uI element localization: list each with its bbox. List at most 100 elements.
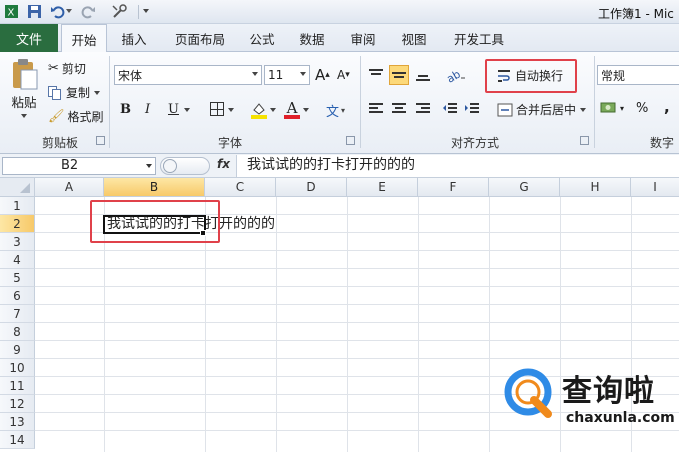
gridline — [35, 358, 679, 359]
font-color-button[interactable]: A — [284, 99, 300, 119]
wrap-text-button[interactable]: 自动换行 — [497, 67, 563, 84]
name-box-dropdown-icon[interactable] — [146, 164, 152, 168]
align-middle-icon[interactable] — [389, 65, 409, 85]
row-header-13[interactable]: 13 — [0, 413, 35, 431]
currency-button[interactable]: ▾ — [600, 101, 624, 115]
copy-button[interactable]: 复制 — [48, 84, 101, 101]
insert-function-icon[interactable]: fx — [217, 157, 230, 171]
grow-font-button[interactable]: A ▴ — [315, 66, 330, 84]
select-all-corner[interactable] — [0, 178, 35, 197]
shrink-font-button[interactable]: A ▾ — [337, 68, 350, 82]
tab-page-layout[interactable]: 页面布局 — [164, 24, 236, 52]
column-header-g[interactable]: G — [489, 178, 560, 197]
group-separator — [109, 56, 110, 148]
save-icon[interactable] — [26, 3, 43, 20]
tab-insert[interactable]: 插入 — [112, 24, 156, 52]
merge-center-label: 合并后居中 — [516, 103, 577, 117]
row-header-3[interactable]: 3 — [0, 233, 35, 251]
formula-input[interactable]: 我试试的的打卡打开的的的 — [236, 155, 679, 177]
increase-indent-icon[interactable] — [462, 99, 482, 119]
column-header-d[interactable]: D — [276, 178, 347, 197]
comma-button[interactable]: , — [664, 98, 670, 116]
percent-button[interactable]: % — [636, 101, 648, 116]
tools-icon[interactable] — [111, 3, 128, 20]
column-header-a[interactable]: A — [35, 178, 104, 197]
undo-icon[interactable] — [49, 3, 66, 20]
align-right-icon[interactable] — [413, 99, 433, 119]
row-header-11[interactable]: 11 — [0, 377, 35, 395]
row-header-12[interactable]: 12 — [0, 395, 35, 413]
merge-dropdown-icon[interactable] — [580, 107, 587, 112]
paste-label: 粘贴 — [11, 95, 37, 110]
paste-icon — [13, 59, 38, 90]
clipboard-launcher-icon[interactable] — [96, 136, 105, 145]
align-center-icon[interactable] — [389, 99, 409, 119]
excel-window: X 工作簿1 - Mic 文件 开始 插入 页面布局 公式 数据 审阅 视图 开… — [0, 0, 679, 452]
tab-file[interactable]: 文件 — [0, 24, 58, 52]
bold-button[interactable]: B — [120, 102, 131, 117]
paste-button[interactable]: 粘贴 — [6, 58, 42, 118]
tab-data[interactable]: 数据 — [290, 24, 334, 52]
borders-dropdown-icon[interactable] — [228, 108, 234, 112]
cut-button[interactable]: ✂ 剪切 — [48, 60, 86, 77]
copy-dropdown-icon[interactable] — [94, 90, 101, 95]
tab-home[interactable]: 开始 — [61, 24, 107, 53]
number-group-label: 数字 — [649, 136, 674, 150]
row-header-7[interactable]: 7 — [0, 305, 35, 323]
redo-icon[interactable] — [80, 3, 97, 20]
group-separator — [360, 56, 361, 148]
column-header-h[interactable]: H — [560, 178, 631, 197]
align-top-icon[interactable] — [366, 65, 386, 85]
row-header-8[interactable]: 8 — [0, 323, 35, 341]
column-header-b[interactable]: B — [104, 178, 205, 197]
underline-button[interactable]: U — [168, 102, 179, 117]
orientation-icon[interactable]: ab — [446, 65, 466, 85]
font-color-dropdown-icon[interactable] — [303, 108, 309, 112]
column-header-f[interactable]: F — [418, 178, 489, 197]
align-left-icon[interactable] — [366, 99, 386, 119]
borders-icon[interactable] — [210, 102, 224, 116]
font-launcher-icon[interactable] — [346, 136, 355, 145]
row-header-5[interactable]: 5 — [0, 269, 35, 287]
font-size-value: 11 — [268, 68, 284, 82]
gridline — [35, 268, 679, 269]
copy-icon — [48, 85, 62, 100]
formula-bar-splitter[interactable] — [160, 157, 210, 175]
phonetic-button[interactable]: 文 ▾ — [326, 101, 345, 120]
row-header-9[interactable]: 9 — [0, 341, 35, 359]
font-name-value: 宋体 — [118, 68, 143, 83]
undo-dropdown-icon[interactable] — [66, 9, 72, 13]
customize-qat-icon[interactable] — [143, 9, 149, 13]
row-header-2[interactable]: 2 — [0, 215, 35, 233]
column-header-c[interactable]: C — [205, 178, 276, 197]
alignment-launcher-icon[interactable] — [580, 136, 589, 145]
name-box[interactable]: B2 — [2, 157, 156, 175]
decrease-indent-icon[interactable] — [440, 99, 460, 119]
format-painter-button[interactable]: 🖌 格式刷 — [48, 108, 104, 125]
tab-formulas[interactable]: 公式 — [240, 24, 284, 52]
row-header-6[interactable]: 6 — [0, 287, 35, 305]
gridline — [35, 322, 679, 323]
paste-dropdown-icon[interactable] — [21, 114, 27, 118]
fill-color-dropdown-icon[interactable] — [270, 108, 276, 112]
underline-dropdown-icon[interactable] — [184, 108, 190, 112]
row-header-4[interactable]: 4 — [0, 251, 35, 269]
row-header-1[interactable]: 1 — [0, 197, 35, 215]
number-format-combo[interactable]: 常规 — [597, 65, 679, 85]
tab-review[interactable]: 审阅 — [341, 24, 385, 52]
gridline — [35, 304, 679, 305]
tab-view[interactable]: 视图 — [392, 24, 436, 52]
italic-button[interactable]: I — [145, 102, 150, 117]
merge-center-button[interactable]: 合并后居中 — [497, 101, 587, 118]
row-header-14[interactable]: 14 — [0, 431, 35, 449]
tab-developer[interactable]: 开发工具 — [444, 24, 514, 52]
font-name-combo[interactable]: 宋体 — [114, 65, 262, 85]
column-header-i[interactable]: I — [631, 178, 679, 197]
excel-logo-icon[interactable]: X — [3, 3, 20, 20]
font-size-combo[interactable]: 11 — [264, 65, 310, 85]
gridline — [347, 197, 348, 452]
align-bottom-icon[interactable] — [413, 65, 433, 85]
column-header-e[interactable]: E — [347, 178, 418, 197]
row-header-10[interactable]: 10 — [0, 359, 35, 377]
fill-color-icon[interactable] — [250, 101, 268, 119]
